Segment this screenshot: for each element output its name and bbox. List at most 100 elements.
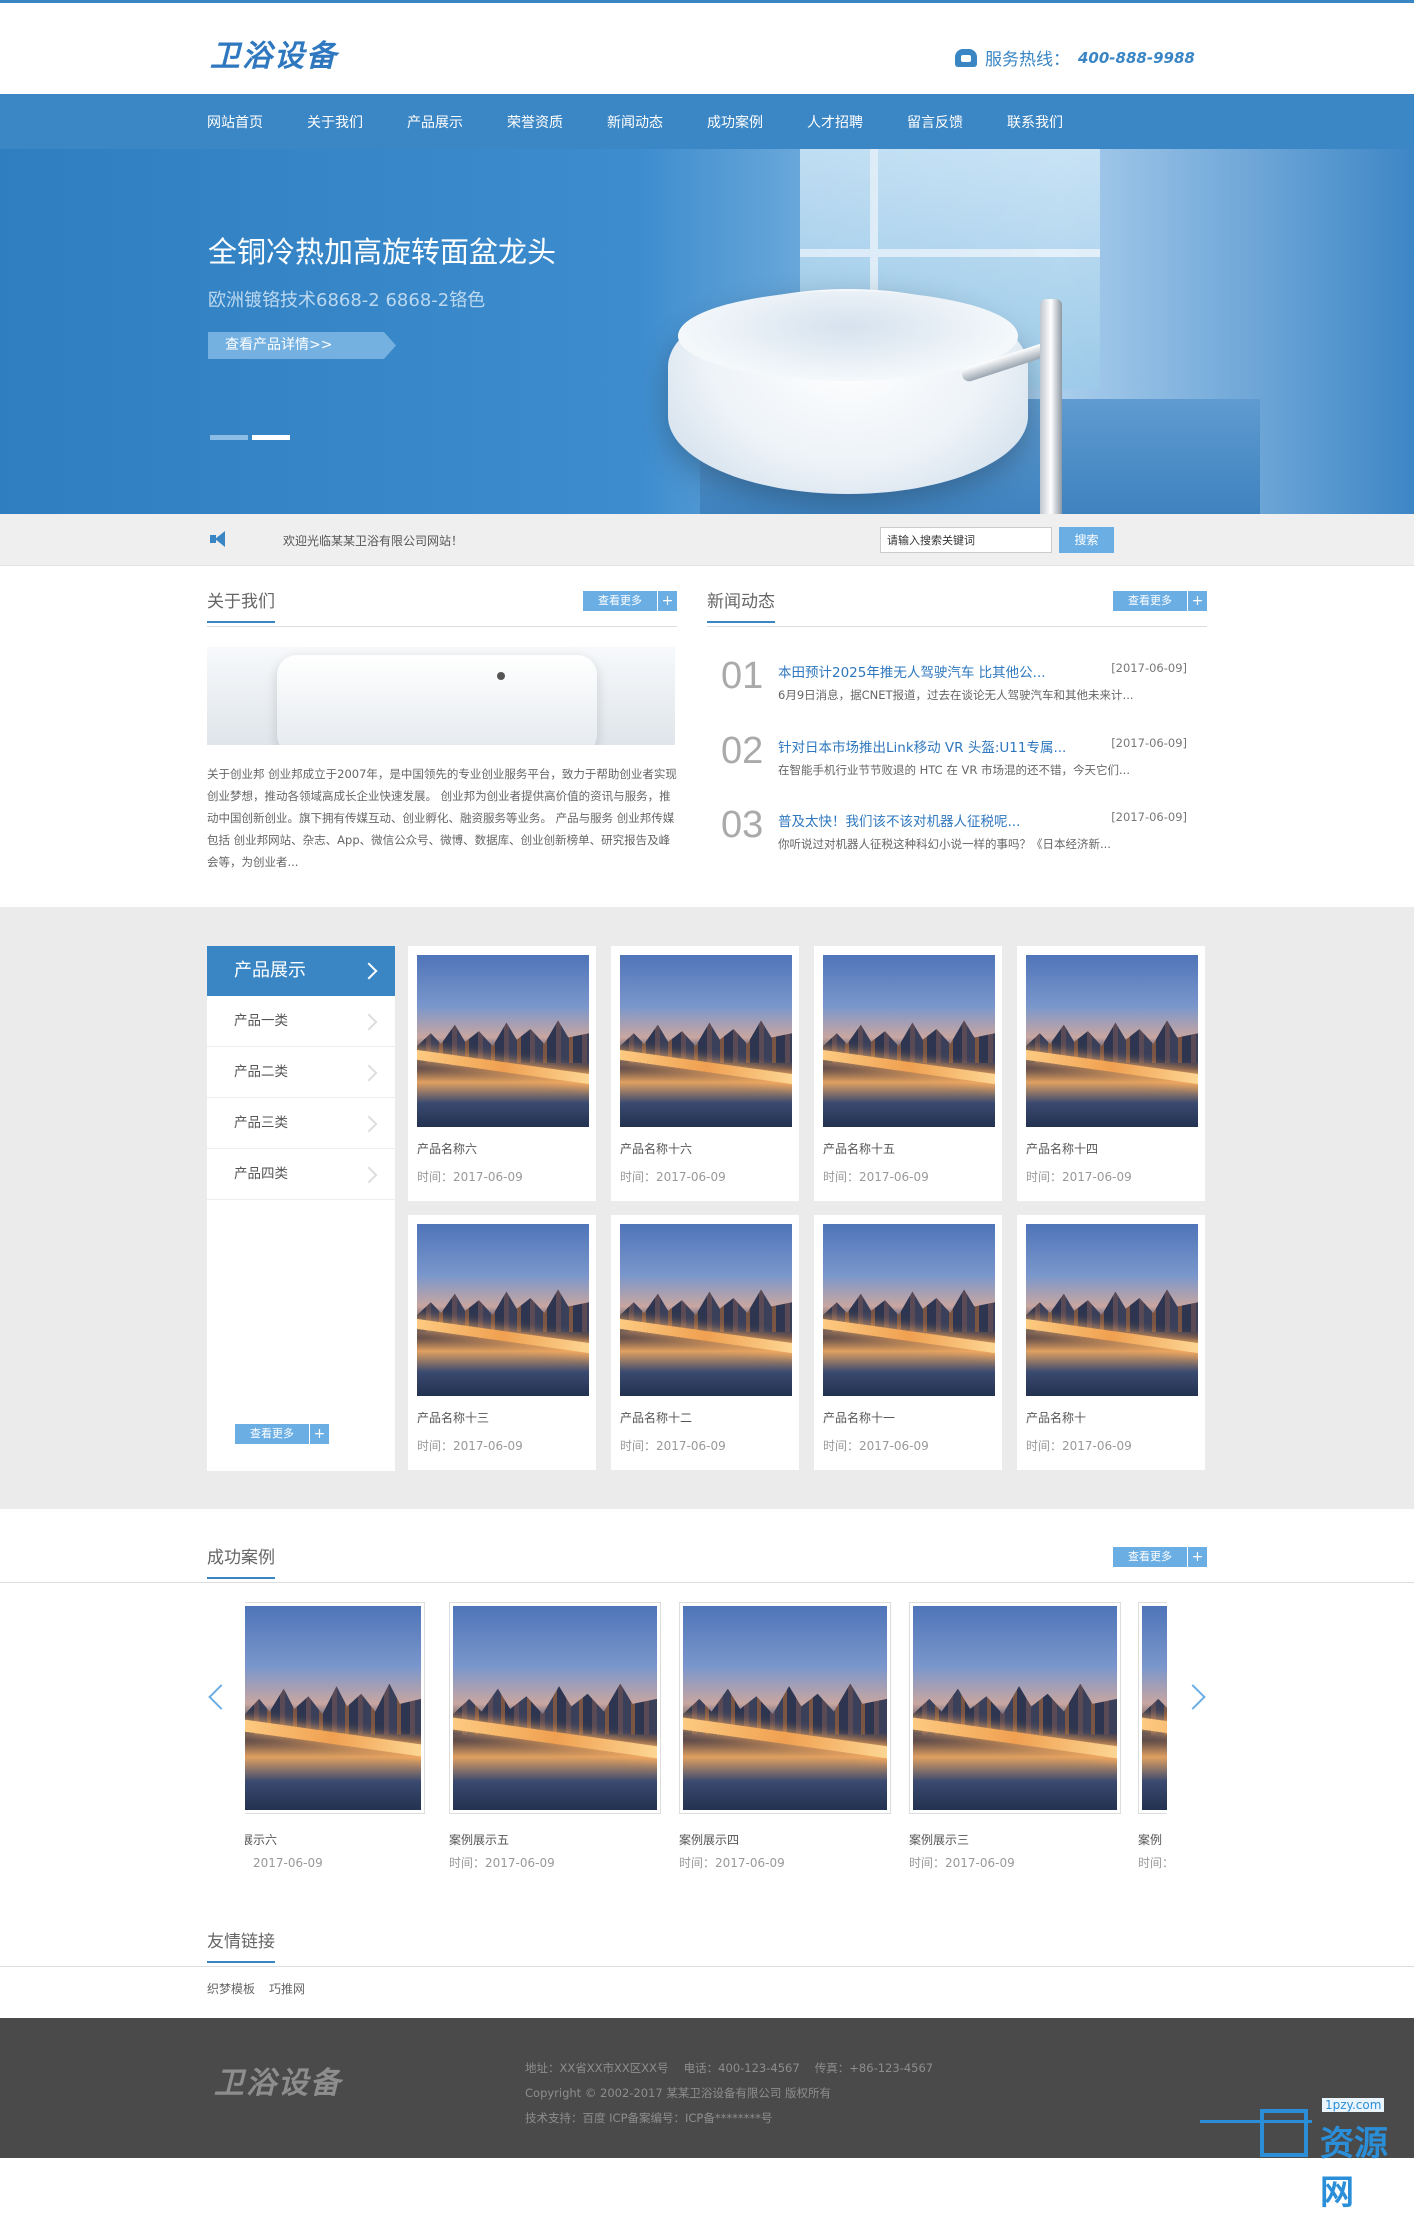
- carousel-prev-arrow-icon[interactable]: [208, 1684, 234, 1710]
- speaker-icon: [210, 531, 228, 547]
- case-image-frame[interactable]: [1138, 1602, 1167, 1814]
- nav-honors[interactable]: 荣誉资质: [507, 112, 607, 132]
- product-image[interactable]: [620, 1224, 792, 1396]
- product-name[interactable]: 产品名称十三: [417, 1409, 489, 1426]
- case-name[interactable]: 案例展示三: [909, 1831, 969, 1848]
- carousel-next-arrow-icon[interactable]: [1180, 1684, 1206, 1710]
- product-image[interactable]: [417, 1224, 589, 1396]
- product-card[interactable]: 产品名称十六 时间：2017-06-09: [611, 946, 799, 1201]
- product-name[interactable]: 产品名称十: [1026, 1409, 1086, 1426]
- footer-logo: 卫浴设备: [214, 2066, 342, 2101]
- case-image-frame[interactable]: [679, 1602, 891, 1814]
- search-button[interactable]: 搜索: [1059, 527, 1114, 553]
- about-more-button[interactable]: 查看更多 +: [583, 591, 677, 611]
- cases-section-header: 成功案例 查看更多 +: [0, 1543, 1414, 1583]
- category-item[interactable]: 产品四类: [207, 1149, 395, 1200]
- product-name[interactable]: 产品名称六: [417, 1140, 477, 1157]
- case-time: ：2017-06-09: [245, 1856, 323, 1870]
- case-image: [453, 1606, 657, 1810]
- category-item[interactable]: 产品二类: [207, 1047, 395, 1098]
- product-name[interactable]: 产品名称十五: [823, 1140, 895, 1157]
- news-item: 02 针对日本市场推出Link移动 VR 头盔:U11专属... [2017-0…: [707, 730, 1207, 790]
- case-image-frame[interactable]: [245, 1602, 425, 1814]
- case-name[interactable]: 案例展示五: [449, 1831, 509, 1848]
- product-image[interactable]: [1026, 955, 1198, 1127]
- nav-contact[interactable]: 联系我们: [1007, 112, 1107, 132]
- news-headline-link[interactable]: 本田预计2025年推无人驾驶汽车 比其他公...: [778, 661, 1046, 681]
- products-more-button[interactable]: 查看更多 +: [235, 1424, 329, 1444]
- product-card[interactable]: 产品名称十五 时间：2017-06-09: [814, 946, 1002, 1201]
- news-headline-link[interactable]: 普及太快！我们该不该对机器人征税呢...: [778, 810, 1020, 830]
- product-card[interactable]: 产品名称十三 时间：2017-06-09: [408, 1215, 596, 1470]
- nav-home[interactable]: 网站首页: [207, 112, 307, 132]
- category-item[interactable]: 产品一类: [207, 996, 395, 1047]
- product-card[interactable]: 产品名称十一 时间：2017-06-09: [814, 1215, 1002, 1470]
- friend-link[interactable]: 巧推网: [269, 1980, 305, 1997]
- case-time: 时间：2017-06-09: [909, 1856, 1015, 1870]
- product-card[interactable]: 产品名称六 时间：2017-06-09: [408, 946, 596, 1201]
- case-image-frame[interactable]: [909, 1602, 1121, 1814]
- case-item[interactable]: 展示六 ：2017-06-09: [245, 1602, 425, 1877]
- product-card[interactable]: 产品名称十 时间：2017-06-09: [1017, 1215, 1205, 1470]
- case-item[interactable]: 案例 时间：: [1138, 1602, 1167, 1877]
- product-time: 时间：2017-06-09: [823, 1439, 929, 1453]
- banner-dot-1[interactable]: [210, 435, 248, 440]
- hotline: 服务热线： 400-888-9988: [955, 45, 1195, 70]
- watermark-mark-icon: [1200, 2109, 1312, 2157]
- nav-cases[interactable]: 成功案例: [707, 112, 807, 132]
- case-name[interactable]: 案例展示四: [679, 1831, 739, 1848]
- case-item[interactable]: 案例展示三 时间：2017-06-09: [909, 1602, 1121, 1877]
- case-name[interactable]: 展示六: [245, 1831, 277, 1848]
- product-image[interactable]: [823, 1224, 995, 1396]
- news-date: [2017-06-09]: [1111, 810, 1187, 824]
- cases-more-button[interactable]: 查看更多 +: [1113, 1547, 1207, 1567]
- hotline-label: 服务热线：: [985, 50, 1070, 70]
- product-time: 时间：2017-06-09: [417, 1170, 523, 1184]
- product-image[interactable]: [1026, 1224, 1198, 1396]
- about-section-header: 关于我们 查看更多 +: [207, 587, 677, 627]
- product-time: 时间：2017-06-09: [1026, 1439, 1132, 1453]
- footer-copyright: Copyright © 2002-2017 某某卫浴设备有限公司 版权所有: [525, 2086, 831, 2100]
- case-image: [913, 1606, 1117, 1810]
- site-logo[interactable]: 卫浴设备: [210, 31, 338, 75]
- product-image[interactable]: [823, 955, 995, 1127]
- case-image-frame[interactable]: [449, 1602, 661, 1814]
- more-label: 查看更多: [598, 594, 642, 607]
- nav-about[interactable]: 关于我们: [307, 112, 407, 132]
- product-image[interactable]: [417, 955, 589, 1127]
- nav-jobs[interactable]: 人才招聘: [807, 112, 907, 132]
- news-summary: 在智能手机行业节节败退的 HTC 在 VR 市场混的还不错，今天它们...: [778, 763, 1130, 777]
- banner-detail-button[interactable]: 查看产品详情>>: [208, 332, 396, 359]
- hero-banner[interactable]: 全铜冷热加高旋转面盆龙头 欧洲镀铬技术6868-2 6868-2铬色 查看产品详…: [0, 149, 1414, 514]
- product-name[interactable]: 产品名称十二: [620, 1409, 692, 1426]
- nav-products[interactable]: 产品展示: [407, 112, 507, 132]
- case-item[interactable]: 案例展示四 时间：2017-06-09: [679, 1602, 891, 1877]
- footer-address: 地址：XX省XX市XX区XX号 电话：400-123-4567 传真：+86-1…: [525, 2061, 934, 2075]
- search-input[interactable]: [880, 527, 1052, 553]
- hotline-number: 400-888-9988: [1078, 48, 1195, 67]
- main-nav: 网站首页 关于我们 产品展示 荣誉资质 新闻动态 成功案例 人才招聘 留言反馈 …: [0, 94, 1414, 149]
- product-card[interactable]: 产品名称十二 时间：2017-06-09: [611, 1215, 799, 1470]
- nav-feedback[interactable]: 留言反馈: [907, 112, 1007, 132]
- product-name[interactable]: 产品名称十一: [823, 1409, 895, 1426]
- product-card[interactable]: 产品名称十四 时间：2017-06-09: [1017, 946, 1205, 1201]
- case-name[interactable]: 案例: [1138, 1831, 1162, 1848]
- plus-icon: +: [1187, 1547, 1207, 1567]
- banner-dot-2-active[interactable]: [252, 435, 290, 440]
- product-image[interactable]: [620, 955, 792, 1127]
- case-item[interactable]: 案例展示五 时间：2017-06-09: [449, 1602, 661, 1877]
- product-name[interactable]: 产品名称十六: [620, 1140, 692, 1157]
- plus-icon: +: [1187, 591, 1207, 611]
- friend-link[interactable]: 织梦模板: [207, 1980, 255, 1997]
- category-item[interactable]: 产品三类: [207, 1098, 395, 1149]
- product-sidebar-title[interactable]: 产品展示: [207, 946, 395, 996]
- cases-carousel: 展示六 ：2017-06-09 案例展示五 时间：2017-06-09 案例展示…: [245, 1602, 1167, 1877]
- more-label: 查看更多: [250, 1427, 294, 1440]
- news-date: [2017-06-09]: [1111, 736, 1187, 750]
- news-headline-link[interactable]: 针对日本市场推出Link移动 VR 头盔:U11专属...: [778, 736, 1066, 756]
- nav-news[interactable]: 新闻动态: [607, 112, 707, 132]
- news-more-button[interactable]: 查看更多 +: [1113, 591, 1207, 611]
- news-title: 新闻动态: [707, 587, 775, 623]
- more-label: 查看更多: [1128, 594, 1172, 607]
- product-name[interactable]: 产品名称十四: [1026, 1140, 1098, 1157]
